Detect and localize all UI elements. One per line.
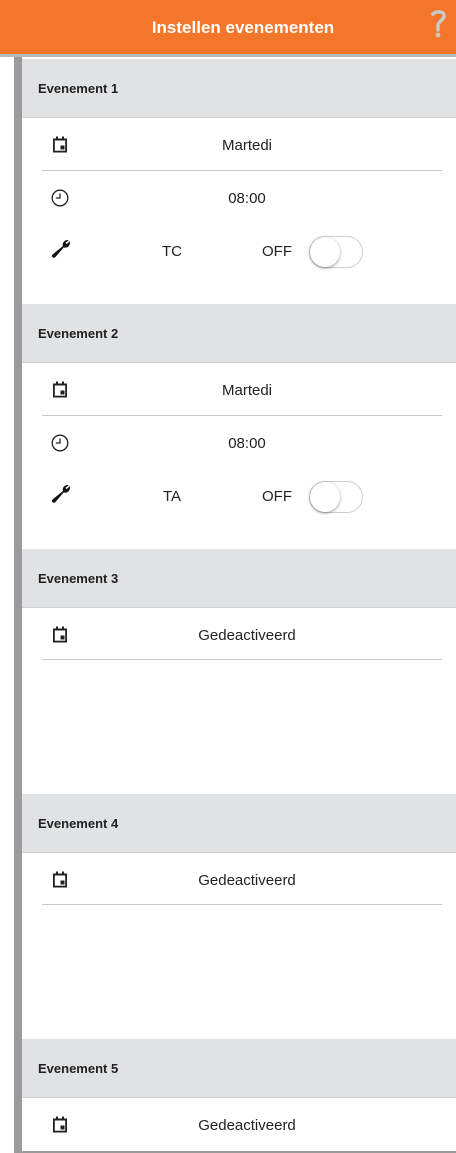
clock-icon [51, 189, 69, 207]
event-2-time-row[interactable]: 08:00 [22, 418, 456, 470]
event-1-toggle[interactable] [309, 236, 363, 268]
event-5-header: Evenement 5 [22, 1039, 456, 1098]
event-2-toggle[interactable] [309, 481, 363, 513]
event-4-title: Evenement 4 [38, 816, 119, 831]
event-1-tool: TC [162, 243, 182, 260]
event-1-toggle-label: OFF [262, 243, 292, 260]
app: Instellen evenementen Evenement 1 Marted… [0, 0, 456, 1153]
event-2-day[interactable]: Martedi [172, 382, 322, 399]
toggle-knob [310, 482, 340, 512]
calendar-icon [51, 871, 69, 889]
event-1-day-row[interactable]: Martedi [22, 120, 456, 172]
wrench-icon [50, 483, 72, 505]
event-3-header: Evenement 3 [22, 549, 456, 608]
event-5-title: Evenement 5 [38, 1061, 119, 1076]
calendar-icon [51, 136, 69, 154]
event-2-time[interactable]: 08:00 [172, 435, 322, 452]
header-bar: Instellen evenementen [0, 0, 456, 57]
calendar-icon [51, 626, 69, 644]
divider [42, 659, 442, 660]
calendar-icon [51, 1116, 69, 1134]
event-5-day[interactable]: Gedeactiveerd [172, 1117, 322, 1134]
event-1-title: Evenement 1 [38, 81, 119, 96]
event-4-header: Evenement 4 [22, 794, 456, 853]
calendar-icon [51, 381, 69, 399]
event-2-toggle-label: OFF [262, 488, 292, 505]
divider [42, 170, 442, 171]
event-5-day-row[interactable]: Gedeactiveerd [22, 1100, 456, 1152]
wrench-icon [50, 238, 72, 260]
help-icon[interactable] [429, 10, 449, 40]
event-4-day[interactable]: Gedeactiveerd [172, 872, 322, 889]
page-title: Instellen evenementen [151, 18, 335, 37]
event-1-header: Evenement 1 [22, 59, 456, 118]
divider [42, 415, 442, 416]
event-1-tool-row: TC OFF [22, 225, 456, 277]
divider [42, 904, 442, 905]
event-3-title: Evenement 3 [38, 571, 119, 586]
event-2-header: Evenement 2 [22, 304, 456, 363]
event-2-day-row[interactable]: Martedi [22, 365, 456, 417]
event-1-time-row[interactable]: 08:00 [22, 173, 456, 225]
event-2-title: Evenement 2 [38, 326, 119, 341]
event-1-day[interactable]: Martedi [172, 137, 322, 154]
clock-icon [51, 434, 69, 452]
event-list: Evenement 1 Martedi 08:00 TC OFF Eveneme… [22, 57, 456, 1153]
event-3-day[interactable]: Gedeactiveerd [172, 627, 322, 644]
event-1-time[interactable]: 08:00 [172, 190, 322, 207]
frame-left-border [14, 57, 22, 1153]
event-3-day-row[interactable]: Gedeactiveerd [22, 610, 456, 662]
event-2-tool-row: TA OFF [22, 470, 456, 522]
event-2-tool: TA [162, 488, 182, 505]
event-4-day-row[interactable]: Gedeactiveerd [22, 855, 456, 907]
toggle-knob [310, 237, 340, 267]
